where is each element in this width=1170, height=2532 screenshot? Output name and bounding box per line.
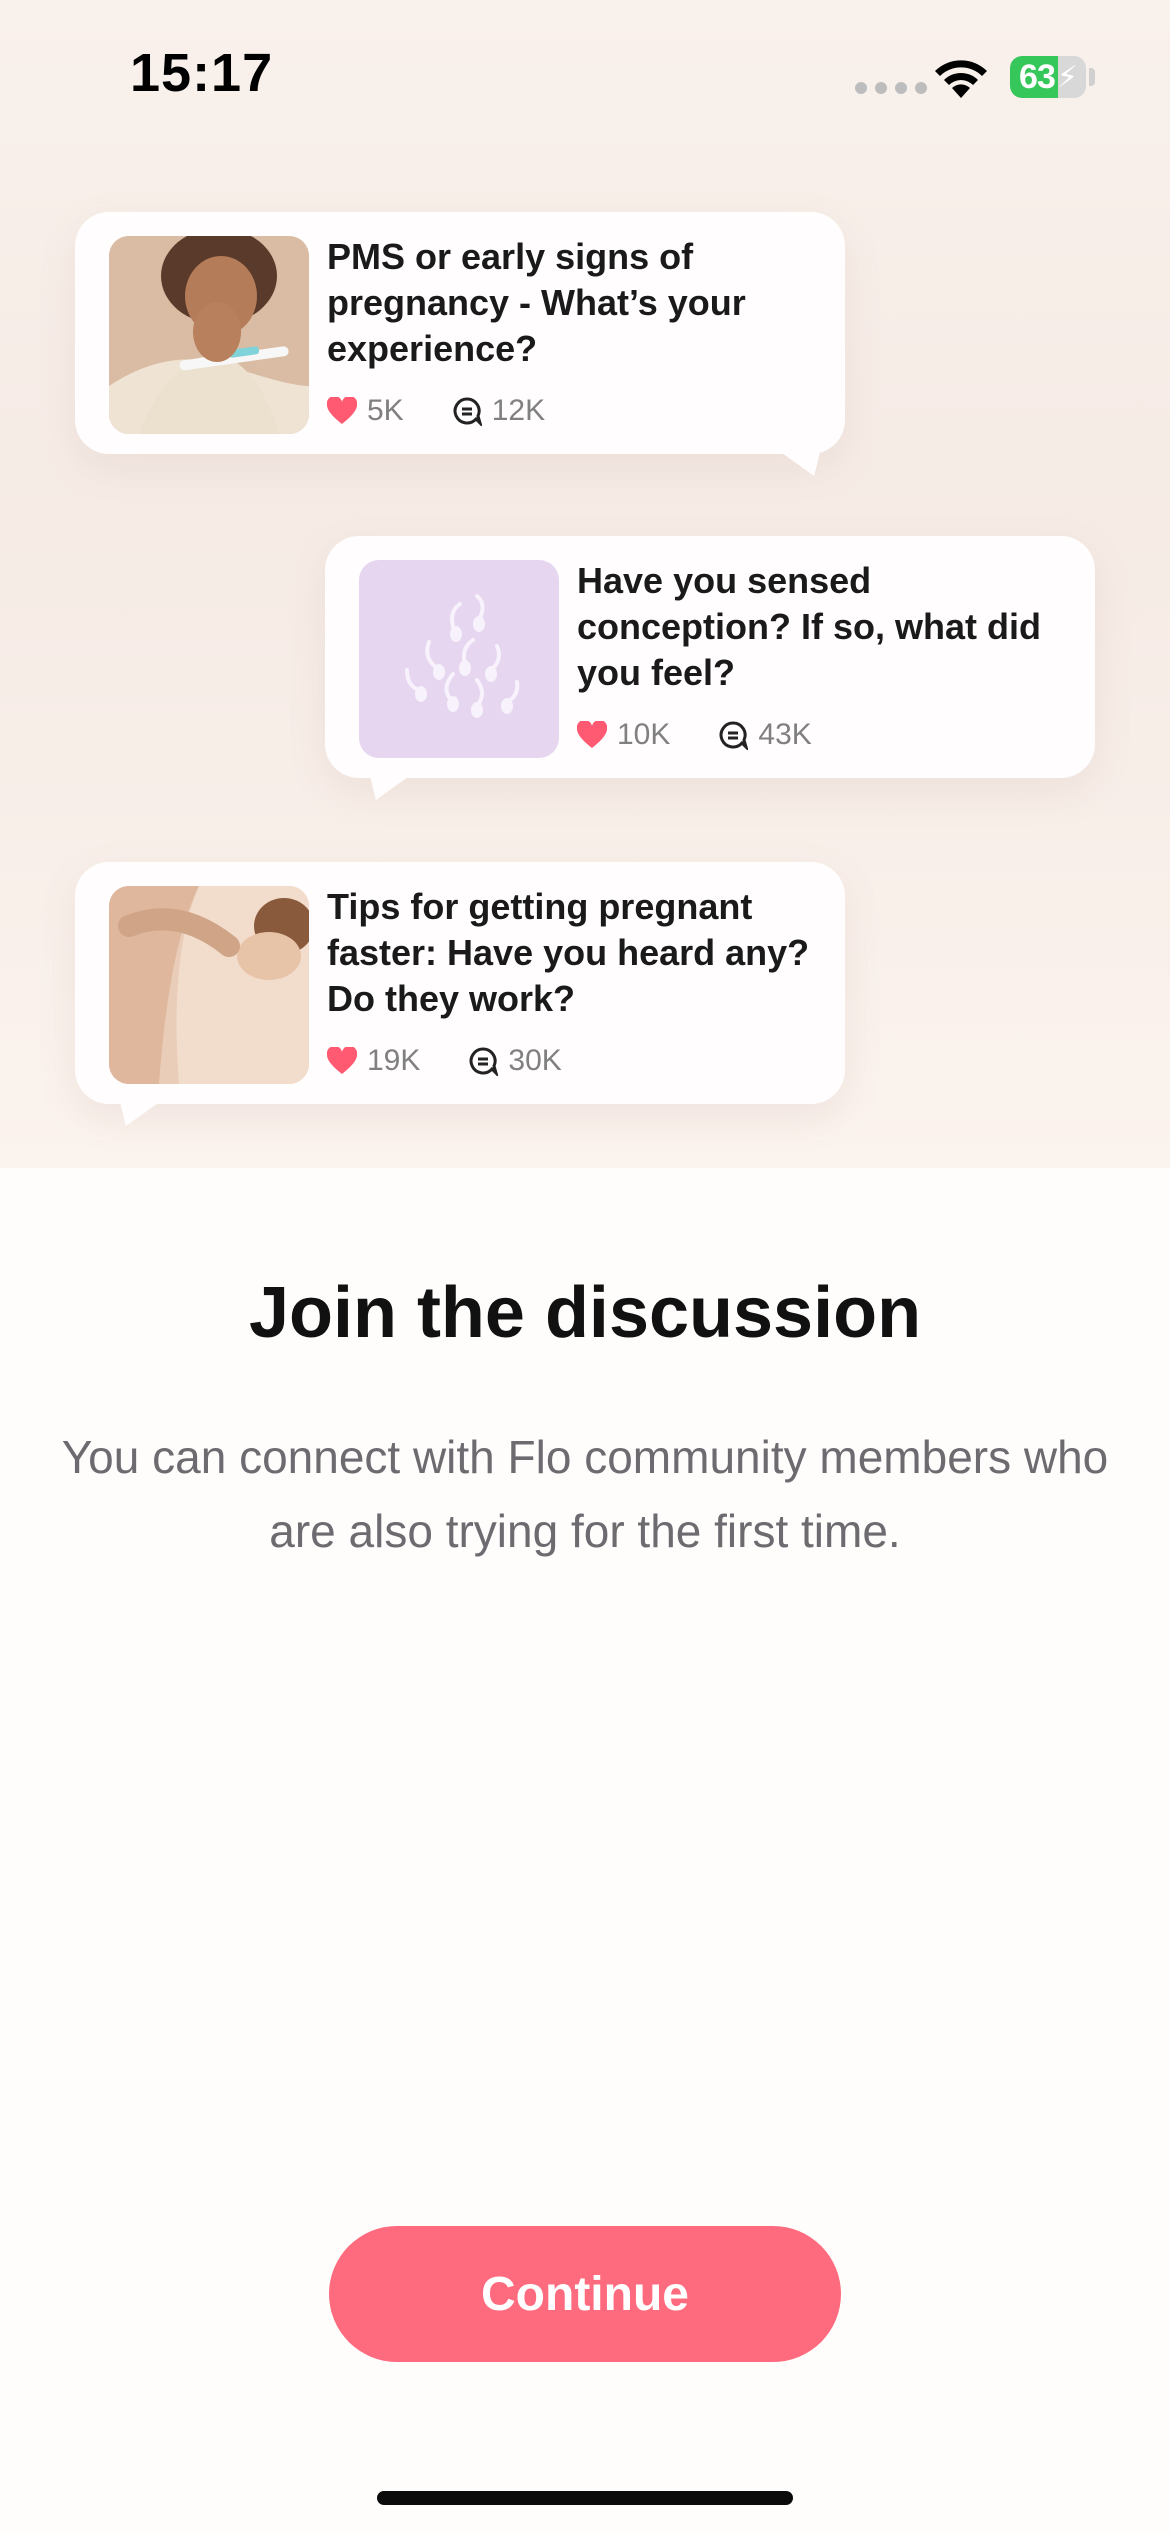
heart-icon xyxy=(327,397,357,424)
likes-count: 10K xyxy=(617,718,671,751)
charging-bolt-icon: ⚡ xyxy=(1056,60,1078,94)
likes-count: 19K xyxy=(367,1044,421,1077)
page-subtitle: You can connect with Flo community membe… xyxy=(61,1431,1109,1557)
post-card[interactable]: Tips for getting pregnant faster: Have y… xyxy=(75,862,845,1126)
comments-count: 12K xyxy=(491,394,546,427)
comment-icon xyxy=(469,1047,499,1076)
card-tail xyxy=(119,1098,165,1126)
card-tail xyxy=(369,772,415,800)
post-content: PMS or early signs of pregnancy - What’s… xyxy=(327,234,825,428)
comments-count: 43K xyxy=(758,718,812,751)
comments: 30K xyxy=(468,1044,562,1078)
likes: 19K xyxy=(327,1044,420,1078)
post-thumbnail xyxy=(109,236,309,434)
status-time: 15:17 xyxy=(130,43,274,103)
post-stats: 19K 30K xyxy=(327,1044,825,1078)
post-title: PMS or early signs of pregnancy - What’s… xyxy=(327,236,746,369)
post-content: Tips for getting pregnant faster: Have y… xyxy=(327,884,825,1078)
post-content: Have you sensed conception? If so, what … xyxy=(577,558,1075,752)
post-thumbnail xyxy=(109,886,309,1084)
comment-icon xyxy=(719,721,749,750)
heart-icon xyxy=(577,721,607,748)
post-card[interactable]: PMS or early signs of pregnancy - What’s… xyxy=(75,212,845,476)
continue-button[interactable]: Continue xyxy=(329,2226,841,2362)
card-tail xyxy=(775,448,821,476)
post-stats: 10K 43K xyxy=(577,718,1075,752)
page-title: Join the discussion xyxy=(248,1273,922,1353)
likes: 5K xyxy=(327,394,404,428)
hero-illustration: 15:17 63 ⚡ PMS or early signs of pregnan… xyxy=(0,0,1170,1168)
post-card[interactable]: Have you sensed conception? If so, what … xyxy=(325,536,1095,800)
heart-icon xyxy=(327,1047,357,1074)
post-stats: 5K 12K xyxy=(327,394,825,428)
battery-icon: 63 ⚡ xyxy=(1010,56,1086,98)
likes-count: 5K xyxy=(367,394,404,427)
battery-tip xyxy=(1089,68,1095,86)
cellular-signal-icon xyxy=(855,82,927,94)
post-title: Have you sensed conception? If so, what … xyxy=(577,560,1041,693)
comments: 12K xyxy=(452,394,545,428)
post-title: Tips for getting pregnant faster: Have y… xyxy=(327,886,810,1019)
comments: 43K xyxy=(718,718,812,752)
battery-percent: 63 ⚡ xyxy=(1019,57,1078,96)
post-thumbnail xyxy=(359,560,559,758)
comment-icon xyxy=(453,397,482,426)
status-bar: 15:17 63 ⚡ xyxy=(0,0,1170,150)
likes: 10K xyxy=(577,718,670,752)
home-indicator[interactable] xyxy=(377,2491,793,2505)
wifi-icon xyxy=(935,60,987,98)
comments-count: 30K xyxy=(508,1044,562,1077)
